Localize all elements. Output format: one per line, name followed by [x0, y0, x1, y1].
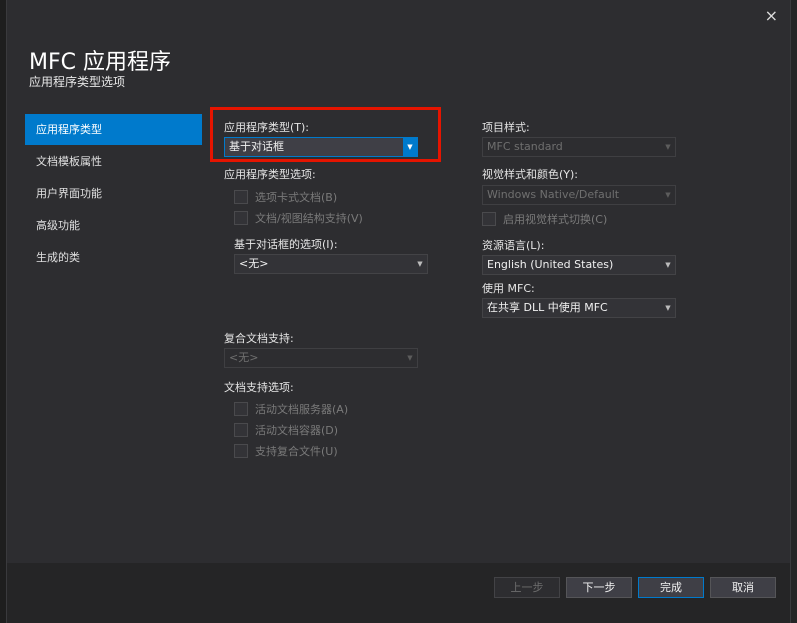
dialog-title: MFC 应用程序: [29, 50, 171, 75]
use-mfc-select[interactable]: 在共享 DLL 中使用 MFC ▼: [482, 298, 676, 318]
visual-style-select[interactable]: Windows Native/Default ▼: [482, 185, 676, 205]
active-doc-container-label: 活动文档容器(D): [255, 424, 339, 437]
background-window-edge-right: [791, 0, 797, 623]
close-icon[interactable]: ×: [765, 6, 778, 26]
chevron-down-icon: ▼: [665, 304, 671, 312]
wizard-nav: 应用程序类型 文档模板属性 用户界面功能 高级功能 生成的类: [25, 114, 202, 274]
nav-item-generated-classes[interactable]: 生成的类: [25, 242, 202, 273]
active-doc-container-checkbox[interactable]: 活动文档容器(D): [234, 422, 338, 438]
finish-button[interactable]: 完成: [638, 577, 704, 598]
use-mfc-label: 使用 MFC:: [482, 282, 535, 295]
app-type-label: 应用程序类型(T):: [224, 121, 310, 134]
nav-item-doc-template[interactable]: 文档模板属性: [25, 146, 202, 177]
chevron-down-icon: ▼: [407, 354, 413, 362]
checkbox-box: [234, 211, 248, 225]
resource-language-value: English (United States): [487, 258, 614, 271]
visual-style-value: Windows Native/Default: [487, 188, 620, 201]
active-doc-server-checkbox[interactable]: 活动文档服务器(A): [234, 401, 348, 417]
active-doc-server-label: 活动文档服务器(A): [255, 403, 349, 416]
compound-doc-select[interactable]: <无> ▼: [224, 348, 418, 368]
chevron-down-icon: ▼: [417, 260, 423, 268]
checkbox-box: [234, 444, 248, 458]
next-button[interactable]: 下一步: [566, 577, 632, 598]
checkbox-box: [482, 212, 496, 226]
project-style-value: MFC standard: [487, 140, 563, 153]
checkbox-box: [234, 190, 248, 204]
chevron-down-icon: ▼: [665, 261, 671, 269]
doc-support-label: 文档支持选项:: [224, 381, 294, 394]
compound-doc-value: <无>: [229, 351, 259, 364]
doc-view-label: 文档/视图结构支持(V): [255, 212, 363, 225]
dialog-options-value: <无>: [239, 257, 269, 270]
tabbed-docs-checkbox[interactable]: 选项卡式文档(B): [234, 189, 337, 205]
previous-button[interactable]: 上一步: [494, 577, 560, 598]
visual-style-label: 视觉样式和颜色(Y):: [482, 168, 579, 181]
app-type-value: 基于对话框: [229, 140, 284, 153]
chevron-down-icon: ▼: [665, 143, 671, 151]
compound-files-checkbox[interactable]: 支持复合文件(U): [234, 443, 338, 459]
chevron-down-icon: ▼: [665, 191, 671, 199]
app-type-options-label: 应用程序类型选项:: [224, 168, 316, 181]
compound-doc-label: 复合文档支持:: [224, 332, 294, 345]
checkbox-box: [234, 402, 248, 416]
project-style-select[interactable]: MFC standard ▼: [482, 137, 676, 157]
enable-visual-switch-label: 启用视觉样式切换(C): [503, 213, 608, 226]
dialog-options-label: 基于对话框的选项(I):: [234, 238, 338, 251]
checkbox-box: [234, 423, 248, 437]
mfc-app-wizard-dialog: × MFC 应用程序 应用程序类型选项 应用程序类型 文档模板属性 用户界面功能…: [6, 0, 791, 623]
compound-files-label: 支持复合文件(U): [255, 445, 338, 458]
nav-item-app-type[interactable]: 应用程序类型: [25, 114, 202, 145]
resource-language-label: 资源语言(L):: [482, 239, 545, 252]
dialog-options-select[interactable]: <无> ▼: [234, 254, 428, 274]
tabbed-docs-label: 选项卡式文档(B): [255, 191, 338, 204]
cancel-button[interactable]: 取消: [710, 577, 776, 598]
app-type-select[interactable]: 基于对话框 ▼: [224, 137, 418, 157]
project-style-label: 项目样式:: [482, 121, 530, 134]
nav-item-advanced[interactable]: 高级功能: [25, 210, 202, 241]
dialog-subtitle: 应用程序类型选项: [29, 75, 126, 89]
use-mfc-value: 在共享 DLL 中使用 MFC: [487, 301, 608, 314]
chevron-down-icon: ▼: [403, 138, 417, 156]
enable-visual-switch-checkbox[interactable]: 启用视觉样式切换(C): [482, 211, 607, 227]
nav-item-ui-features[interactable]: 用户界面功能: [25, 178, 202, 209]
doc-view-checkbox[interactable]: 文档/视图结构支持(V): [234, 210, 363, 226]
resource-language-select[interactable]: English (United States) ▼: [482, 255, 676, 275]
